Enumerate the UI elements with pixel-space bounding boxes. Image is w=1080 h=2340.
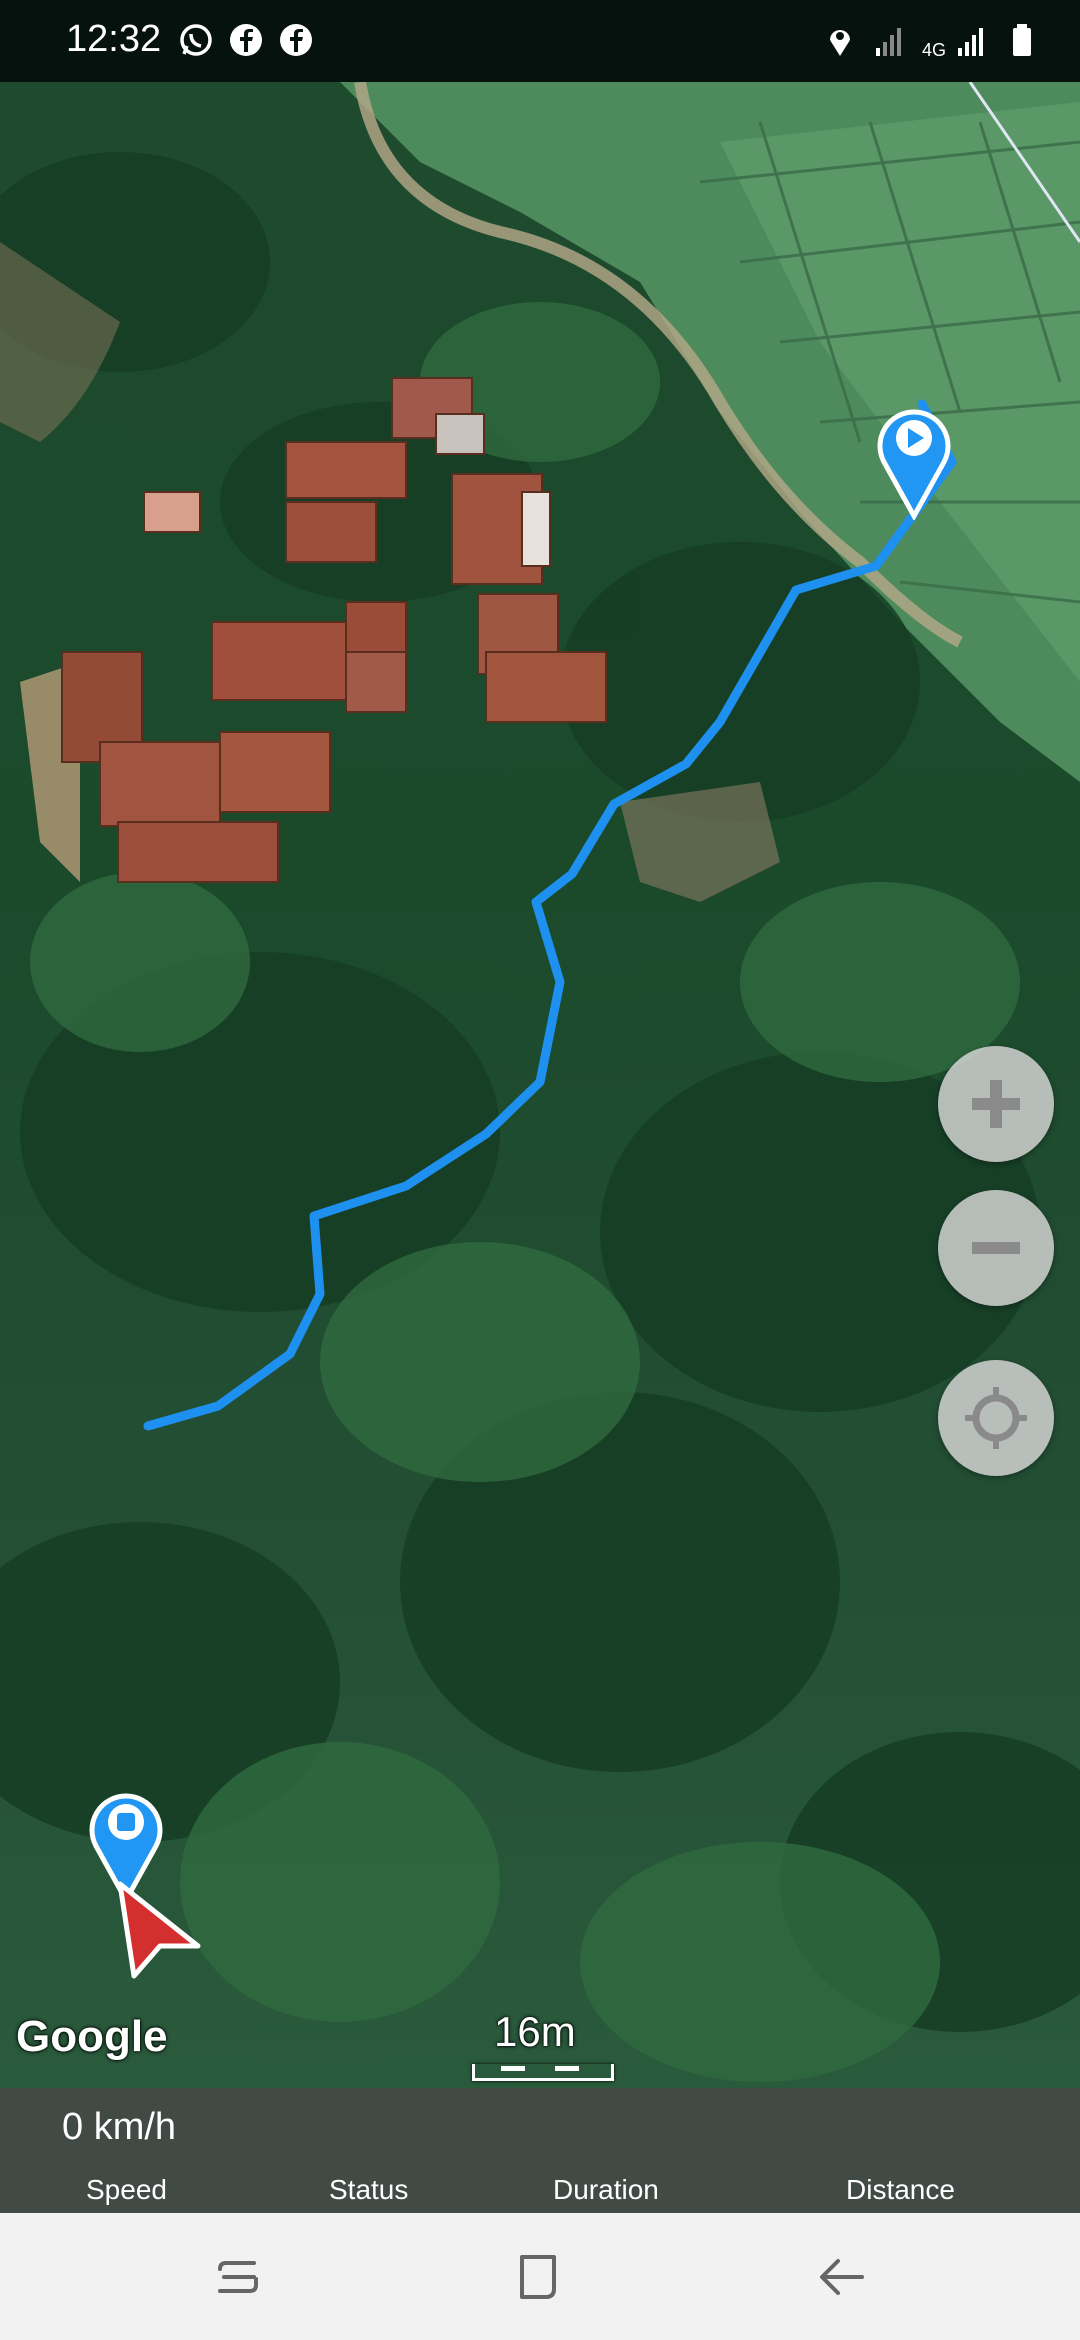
- scale-bar: [472, 2064, 614, 2081]
- satellite-map[interactable]: Google 16m: [0, 82, 1080, 2088]
- battery-icon: [1013, 24, 1031, 56]
- location-icon: [829, 30, 850, 56]
- my-location-button[interactable]: [938, 1360, 1054, 1476]
- whatsapp-icon: [180, 24, 212, 56]
- map-attribution[interactable]: Google: [16, 2012, 168, 2062]
- system-icons: 4G: [822, 22, 1040, 60]
- network-type: 4G: [921, 40, 946, 60]
- start-marker[interactable]: [876, 400, 952, 520]
- signal-icon: [875, 28, 901, 56]
- tracking-info-panel: 0 km/h Speed Status Duration Distance: [0, 2088, 1080, 2213]
- zoom-in-icon: [972, 1080, 1020, 1128]
- speed-value: 0 km/h: [62, 2106, 177, 2148]
- current-position-arrow: [117, 1881, 201, 1979]
- home-icon[interactable]: [510, 2249, 566, 2305]
- zoom-in-button[interactable]: [938, 1046, 1054, 1162]
- my-location-icon: [965, 1387, 1027, 1449]
- notification-icons: [178, 22, 314, 58]
- status-bar: 12:32 4G: [0, 0, 1080, 82]
- status-time: 12:32: [66, 18, 162, 60]
- scale-label: 16m: [494, 2008, 576, 2055]
- navigation-bar: [0, 2213, 1080, 2340]
- stop-icon: [117, 1813, 135, 1831]
- back-icon[interactable]: [814, 2249, 870, 2305]
- status-label: Status: [329, 2174, 409, 2205]
- duration-label: Duration: [553, 2174, 659, 2205]
- recent-apps-icon[interactable]: [210, 2249, 266, 2305]
- facebook-icon: [230, 24, 262, 56]
- zoom-out-icon: [972, 1242, 1020, 1254]
- signal-icon: [958, 28, 983, 56]
- zoom-out-button[interactable]: [938, 1190, 1054, 1306]
- distance-label: Distance: [846, 2174, 955, 2205]
- speed-label: Speed: [86, 2174, 167, 2205]
- facebook-icon: [280, 24, 312, 56]
